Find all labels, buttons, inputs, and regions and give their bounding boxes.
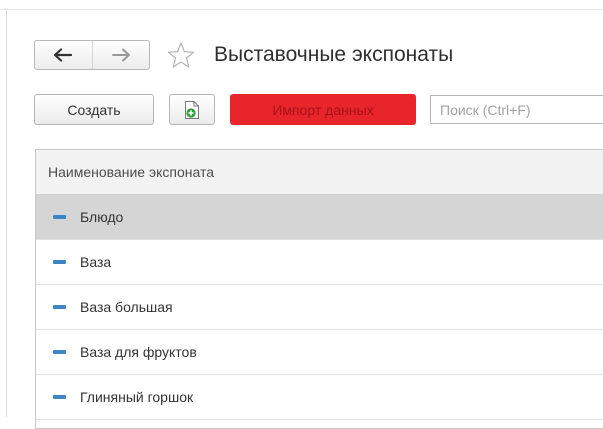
- arrow-right-icon: [111, 48, 130, 62]
- exhibit-list: Наименование экспоната Блюдо Ваза Ваза б…: [35, 149, 603, 429]
- add-document-button[interactable]: [169, 94, 215, 125]
- column-header-name[interactable]: Наименование экспоната: [36, 150, 603, 195]
- list-item[interactable]: Ваза для фруктов: [36, 330, 603, 375]
- create-button[interactable]: Создать: [34, 94, 154, 125]
- star-outline-icon[interactable]: [166, 41, 196, 69]
- dash-icon: [53, 260, 66, 264]
- dash-icon: [53, 350, 66, 354]
- page-title: Выставочные экспонаты: [214, 43, 454, 66]
- list-item[interactable]: Ваза большая: [36, 285, 603, 330]
- list-item-label: Ваза: [80, 254, 112, 270]
- navigation-buttons: [34, 40, 150, 70]
- list-item-label: Блюдо: [80, 209, 124, 225]
- left-divider: [6, 10, 7, 417]
- back-button[interactable]: [35, 41, 92, 69]
- document-add-icon: [185, 100, 199, 119]
- top-divider: [0, 9, 603, 10]
- dash-icon: [53, 215, 66, 219]
- list-item[interactable]: Ваза: [36, 240, 603, 285]
- arrow-left-icon: [54, 48, 73, 62]
- list-item[interactable]: Блюдо: [36, 195, 603, 240]
- search-input[interactable]: [430, 95, 603, 124]
- list-item-label: Ваза для фруктов: [80, 344, 197, 360]
- dash-icon: [53, 305, 66, 309]
- dash-icon: [53, 395, 66, 399]
- window-top-area: [0, 0, 603, 9]
- list-item-label: Ваза большая: [80, 299, 173, 315]
- list-item[interactable]: Глиняный горшок: [36, 375, 603, 420]
- list-item-label: Глиняный горшок: [80, 389, 194, 405]
- import-data-button[interactable]: Импорт данных: [230, 94, 416, 125]
- forward-button[interactable]: [91, 41, 150, 69]
